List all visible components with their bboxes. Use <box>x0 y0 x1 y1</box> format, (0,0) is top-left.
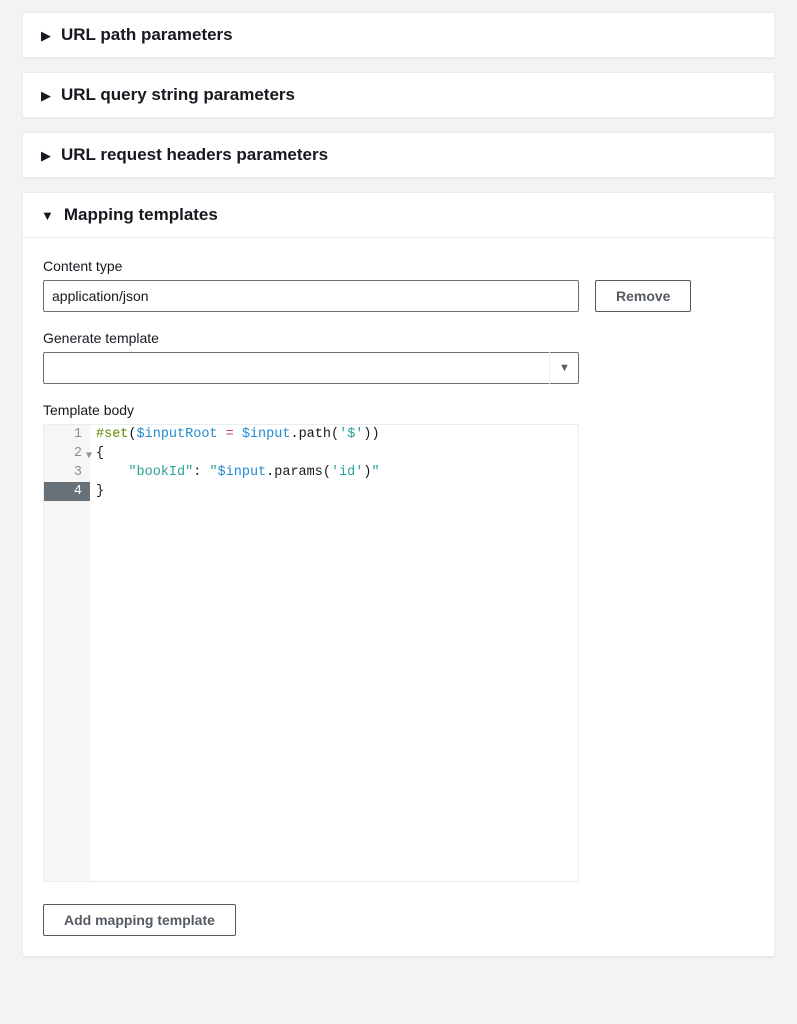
remove-button[interactable]: Remove <box>595 280 691 312</box>
editor-line: 2▼ { <box>44 444 578 463</box>
panel-title: URL query string parameters <box>61 85 295 105</box>
editor-line: 4 } <box>44 482 578 501</box>
generate-template-select[interactable]: ▼ <box>43 352 579 384</box>
code-line: } <box>90 482 578 501</box>
code-line: #set($inputRoot = $input.path('$')) <box>90 425 578 444</box>
content-type-input[interactable] <box>43 280 579 312</box>
caret-right-icon: ▶ <box>41 29 51 42</box>
code-line: "bookId": "$input.params('id')" <box>90 463 578 482</box>
panel-title: URL path parameters <box>61 25 233 45</box>
panel-title: URL request headers parameters <box>61 145 328 165</box>
code-line: { <box>90 444 578 463</box>
content-type-label: Content type <box>43 258 754 274</box>
panel-header-url-query[interactable]: ▶ URL query string parameters <box>23 73 774 117</box>
editor-line: 1 #set($inputRoot = $input.path('$')) <box>44 425 578 444</box>
select-value <box>43 352 579 384</box>
gutter-fill <box>44 501 90 881</box>
panel-header-mapping[interactable]: ▼ Mapping templates <box>23 193 774 237</box>
line-number: 3 <box>44 463 90 482</box>
panel-url-query-string: ▶ URL query string parameters <box>22 72 775 118</box>
panel-header-url-headers[interactable]: ▶ URL request headers parameters <box>23 133 774 177</box>
line-number-active: 4 <box>44 482 90 501</box>
editor-line: 3 "bookId": "$input.params('id')" <box>44 463 578 482</box>
panel-url-request-headers: ▶ URL request headers parameters <box>22 132 775 178</box>
mapping-body: Content type Remove Generate template ▼ … <box>23 237 774 956</box>
panel-mapping-templates: ▼ Mapping templates Content type Remove … <box>22 192 775 957</box>
caret-right-icon: ▶ <box>41 89 51 102</box>
template-body-label: Template body <box>43 402 754 418</box>
editor-empty-area <box>44 501 578 881</box>
template-body-editor[interactable]: 1 #set($inputRoot = $input.path('$')) 2▼… <box>43 424 579 882</box>
add-mapping-template-button[interactable]: Add mapping template <box>43 904 236 936</box>
panel-header-url-path[interactable]: ▶ URL path parameters <box>23 13 774 57</box>
line-number: 1 <box>44 425 90 444</box>
caret-right-icon: ▶ <box>41 149 51 162</box>
caret-down-icon: ▼ <box>41 209 54 222</box>
generate-template-label: Generate template <box>43 330 754 346</box>
panel-title: Mapping templates <box>64 205 218 225</box>
line-number: 2▼ <box>44 444 90 463</box>
panel-url-path-parameters: ▶ URL path parameters <box>22 12 775 58</box>
